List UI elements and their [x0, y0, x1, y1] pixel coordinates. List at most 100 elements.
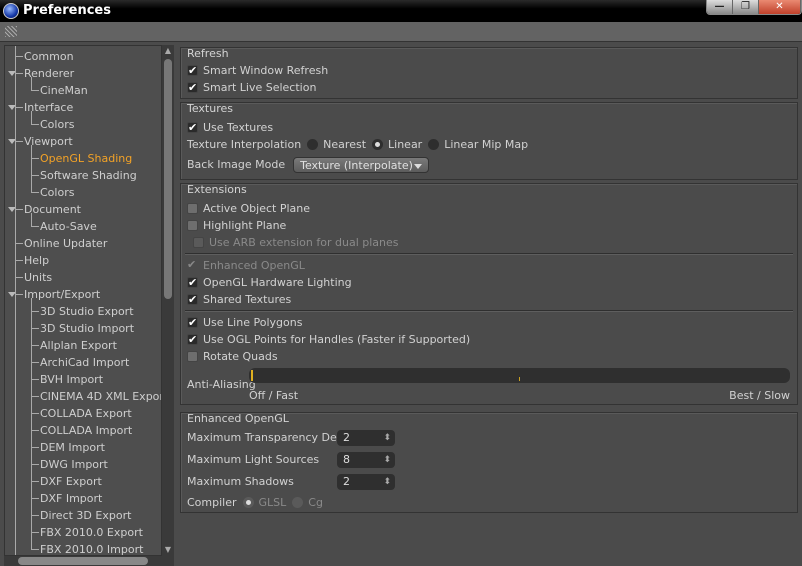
enhanced-opengl-checkbox: Enhanced OpenGL: [187, 256, 305, 274]
smart-live-selection-checkbox[interactable]: Smart Live Selection: [187, 79, 316, 96]
tree-item-label: Software Shading: [40, 169, 137, 182]
tree-item[interactable]: Help: [15, 252, 49, 269]
scroll-up-icon[interactable]: ▲: [162, 45, 174, 57]
tree-item[interactable]: FBX 2010.0 Export: [31, 524, 143, 541]
tree-line: [31, 515, 39, 516]
shared-textures-checkbox[interactable]: Shared Textures: [187, 291, 291, 308]
radio-nearest[interactable]: [307, 139, 319, 150]
tree-line: [31, 158, 39, 159]
tree-item-label: Colors: [40, 186, 75, 199]
tree-line: [31, 328, 39, 329]
transparency-depth-label: Maximum Transparency Depth: [187, 431, 356, 444]
scroll-thumb[interactable]: [164, 59, 172, 299]
tree-horizontal-scrollbar[interactable]: [4, 556, 174, 566]
tree-line: [15, 141, 23, 142]
active-object-plane-checkbox[interactable]: Active Object Plane: [187, 200, 310, 217]
texture-interpolation: Texture Interpolation Nearest Linear Lin…: [187, 138, 529, 151]
smart-window-refresh-checkbox[interactable]: Smart Window Refresh: [187, 62, 328, 79]
tree-item[interactable]: Colors: [31, 116, 74, 133]
tree-line: [15, 243, 23, 244]
tree-item[interactable]: Colors: [31, 184, 75, 201]
tree-item[interactable]: Software Shading: [31, 167, 137, 184]
tree-item[interactable]: CINEMA 4D XML Export: [31, 388, 162, 405]
use-textures-checkbox[interactable]: Use Textures: [187, 119, 273, 136]
tree-line: [31, 226, 39, 227]
tree-item-label: DEM Import: [40, 441, 105, 454]
tree-item[interactable]: Common: [15, 48, 74, 65]
enhanced-opengl-group: Enhanced OpenGL Maximum Transparency Dep…: [180, 412, 798, 513]
back-image-mode-dropdown[interactable]: Texture (Interpolate): [293, 156, 430, 173]
tree-item-label: Online Updater: [24, 237, 108, 250]
rotate-quads-checkbox[interactable]: Rotate Quads: [187, 348, 278, 365]
radio-glsl: [242, 497, 254, 508]
extensions-group: Extensions Active Object Plane Highlight…: [180, 183, 798, 405]
tree-item-label: Import/Export: [24, 288, 101, 301]
tree-item[interactable]: Import/Export: [8, 286, 101, 303]
light-sources-label: Maximum Light Sources: [187, 453, 320, 466]
tree-item[interactable]: 3D Studio Export: [31, 303, 134, 320]
tree-line: [31, 311, 39, 312]
ogl-points-checkbox[interactable]: Use OGL Points for Handles (Faster if Su…: [187, 331, 470, 348]
tree-item-label: Direct 3D Export: [40, 509, 132, 522]
tree-line: [15, 294, 23, 295]
tree-line: [31, 362, 39, 363]
slider-handle[interactable]: [251, 370, 253, 381]
tree-item[interactable]: DEM Import: [31, 439, 105, 456]
tree-item[interactable]: Units: [15, 269, 52, 286]
preferences-tree: Common Renderer CineMan Interface Colors View…: [4, 45, 162, 556]
tree-item-label: Allplan Export: [40, 339, 117, 352]
tree-line: [31, 379, 39, 380]
highlight-plane-checkbox[interactable]: Highlight Plane: [187, 217, 286, 234]
grip-icon[interactable]: [5, 26, 17, 37]
light-sources-input[interactable]: 8: [337, 452, 395, 468]
scroll-thumb[interactable]: [18, 557, 148, 565]
window-title: Preferences: [23, 3, 111, 18]
tree-item[interactable]: 3D Studio Import: [31, 320, 135, 337]
textures-group: Textures Use Textures Texture Interpolat…: [180, 102, 798, 180]
line-polygons-checkbox[interactable]: Use Line Polygons: [187, 314, 302, 331]
transparency-depth-input[interactable]: 2: [337, 430, 395, 446]
tree-item-label: ArchiCad Import: [40, 356, 130, 369]
minimize-button[interactable]: —: [707, 0, 733, 14]
tree-item-label: COLLADA Export: [40, 407, 132, 420]
tree-item[interactable]: DWG Import: [31, 456, 108, 473]
tree-item[interactable]: Auto-Save: [31, 218, 97, 235]
tree-line: [31, 124, 39, 125]
radio-linear[interactable]: [372, 139, 384, 150]
tree-item[interactable]: Document: [8, 201, 81, 218]
hardware-lighting-checkbox[interactable]: OpenGL Hardware Lighting: [187, 274, 352, 291]
scroll-down-icon[interactable]: ▼: [162, 544, 174, 556]
tree-item[interactable]: DXF Import: [31, 490, 102, 507]
tree-item[interactable]: Direct 3D Export: [31, 507, 132, 524]
anti-aliasing-slider[interactable]: [249, 368, 790, 383]
tree-item[interactable]: COLLADA Import: [31, 422, 133, 439]
tree-item-label: FBX 2010.0 Export: [40, 526, 143, 539]
shadows-input[interactable]: 2: [337, 474, 395, 490]
tree-line: [31, 532, 39, 533]
group-title: Extensions: [187, 183, 247, 196]
tree-item[interactable]: ArchiCad Import: [31, 354, 130, 371]
tree-item-label: 3D Studio Export: [40, 305, 134, 318]
tree-item[interactable]: COLLADA Export: [31, 405, 132, 422]
use-arb-checkbox: Use ARB extension for dual planes: [193, 234, 399, 251]
title-bar: Preferences — ❐ ✕: [0, 0, 802, 22]
close-button[interactable]: ✕: [759, 0, 801, 14]
tree-line: [15, 73, 23, 74]
tree-item[interactable]: CineMan: [31, 82, 88, 99]
tree-item[interactable]: Online Updater: [15, 235, 108, 252]
restore-button[interactable]: ❐: [733, 0, 759, 14]
tree-line: [31, 447, 39, 448]
radio-linear-mip-map[interactable]: [428, 139, 440, 150]
group-title: Textures: [187, 102, 233, 115]
tree-item-label: 3D Studio Import: [40, 322, 135, 335]
tree-item[interactable]: BVH Import: [31, 371, 103, 388]
back-image-mode-label: Back Image Mode: [187, 158, 286, 171]
tree-item[interactable]: Allplan Export: [31, 337, 117, 354]
tree-item[interactable]: FBX 2010.0 Import: [31, 541, 143, 555]
tree-item-label: Auto-Save: [40, 220, 97, 233]
tree-item[interactable]: OpenGL Shading: [31, 150, 132, 167]
tree-item[interactable]: DXF Export: [31, 473, 102, 490]
tree-item-label: COLLADA Import: [40, 424, 133, 437]
tree-vertical-scrollbar[interactable]: ▲ ▼: [162, 45, 174, 556]
tree-item-label: CINEMA 4D XML Export: [40, 390, 162, 403]
